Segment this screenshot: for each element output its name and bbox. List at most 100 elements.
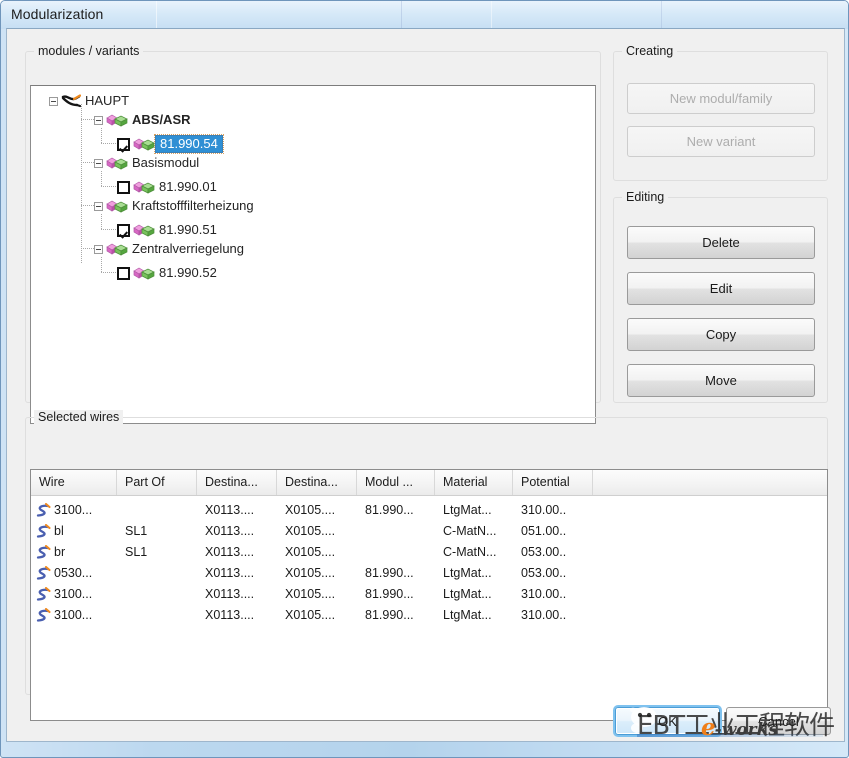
table-row[interactable]: bl SL1 X0113.... X0105.... C-MatN... 051… <box>31 521 827 542</box>
tree-line-h <box>81 119 94 120</box>
selected-wires-table[interactable]: Wire Part Of Destina... Destina... Modul… <box>30 469 828 721</box>
table-row[interactable]: 3100... X0113.... X0105.... 81.990... Lt… <box>31 500 827 521</box>
cell-potential: 053.00.. <box>521 566 567 580</box>
cell-material: C-MatN... <box>443 524 497 538</box>
variant-checkbox[interactable] <box>117 223 130 237</box>
move-button[interactable]: Move <box>627 364 815 397</box>
selected-wires-caption: Selected wires <box>34 410 124 424</box>
tree-line-trunk <box>81 104 82 264</box>
tree-node-label: Basismodul <box>132 155 200 170</box>
tree-node-module-kraftstofffilterheizung[interactable]: Kraftstofffilterheizung <box>94 196 254 216</box>
delete-button[interactable]: Delete <box>627 226 815 259</box>
cell-wire: 3100... <box>54 587 93 601</box>
tree-line-h <box>81 248 94 249</box>
delete-label: Delete <box>702 235 740 250</box>
variant-checkbox[interactable] <box>117 266 130 280</box>
modules-tree[interactable]: HAUPT ABS/ASR 81.990.54 Basismodul 81.99… <box>30 85 596 424</box>
cell-part-of <box>117 500 197 521</box>
cell-potential: 053.00.. <box>521 545 567 559</box>
dialog-client-area: modules / variants HAUPT ABS/ASR 81.990.… <box>6 28 845 742</box>
cell-destination-1: X0113.... <box>205 608 255 622</box>
tree-line-v <box>101 128 102 144</box>
cell-destination-1: X0113.... <box>205 545 255 559</box>
collapse-icon-kraftstofffilterheizung[interactable] <box>94 201 103 211</box>
wire-icon <box>35 502 51 518</box>
variant-checkbox[interactable] <box>117 180 130 194</box>
wire-icon <box>35 586 51 602</box>
tree-node-module-zentralverriegelung[interactable]: Zentralverriegelung <box>94 239 244 259</box>
variant-icon <box>133 179 155 195</box>
tree-node-variant-81-990-01[interactable]: 81.990.01 <box>117 177 217 197</box>
cell-potential: 310.00.. <box>521 608 567 622</box>
table-row[interactable]: 3100... X0113.... X0105.... 81.990... Lt… <box>31 605 827 626</box>
tree-node-module-abs-asr[interactable]: ABS/ASR <box>94 110 191 130</box>
cell-potential: 310.00.. <box>521 587 567 601</box>
cell-destination-2: X0105.... <box>285 545 336 559</box>
tree-line-h <box>81 162 94 163</box>
cell-wire: bl <box>54 524 64 538</box>
tree-node-variant-81-990-54[interactable]: 81.990.54 <box>117 134 224 154</box>
new-variant-label: New variant <box>686 134 756 149</box>
variant-checkbox[interactable] <box>117 137 130 151</box>
edit-button[interactable]: Edit <box>627 272 815 305</box>
tree-line-v <box>101 214 102 230</box>
tree-node-module-basismodul[interactable]: Basismodul <box>94 153 199 173</box>
column-header-blank[interactable] <box>593 470 827 495</box>
column-header-potential[interactable]: Potential <box>513 470 593 495</box>
collapse-icon-zentralverriegelung[interactable] <box>94 244 103 254</box>
tree-node-label: 81.990.51 <box>159 222 217 237</box>
cell-modul: 81.990... <box>365 566 414 580</box>
cell-wire: 3100... <box>54 503 93 517</box>
cell-destination-2: X0105.... <box>285 524 336 538</box>
module-icon <box>106 155 128 171</box>
collapse-icon-haupt[interactable] <box>49 96 58 106</box>
module-icon <box>106 112 128 128</box>
cell-potential: 051.00.. <box>521 524 567 538</box>
cell-material: LtgMat... <box>443 608 492 622</box>
column-header-destination-2[interactable]: Destina... <box>277 470 357 495</box>
column-header-wire[interactable]: Wire <box>31 470 117 495</box>
cell-destination-1: X0113.... <box>205 566 255 580</box>
collapse-icon-basismodul[interactable] <box>94 158 103 168</box>
ok-label: OK <box>658 713 677 729</box>
cell-destination-2: X0105.... <box>285 608 336 622</box>
tree-node-variant-81-990-51[interactable]: 81.990.51 <box>117 220 217 240</box>
cell-potential: 310.00.. <box>521 503 567 517</box>
tree-node-variant-81-990-52[interactable]: 81.990.52 <box>117 263 217 283</box>
tree-node-label: Kraftstofffilterheizung <box>132 198 254 213</box>
cell-modul: 81.990... <box>365 587 414 601</box>
new-modul-family-label: New modul/family <box>669 91 773 106</box>
column-header-destination-1[interactable]: Destina... <box>197 470 277 495</box>
tree-node-label: 81.990.52 <box>159 265 217 280</box>
module-icon <box>106 241 128 257</box>
cell-wire: br <box>54 545 66 559</box>
new-variant-button[interactable]: New variant <box>627 126 815 157</box>
ok-button[interactable]: OK <box>615 707 720 735</box>
cell-destination-2: X0105.... <box>285 587 336 601</box>
wire-icon <box>35 523 51 539</box>
tree-node-label: 81.990.01 <box>159 179 217 194</box>
window-title: Modularization <box>11 6 104 22</box>
collapse-icon-abs-asr[interactable] <box>94 115 103 125</box>
table-row[interactable]: 0530... X0113.... X0105.... 81.990... Lt… <box>31 563 827 584</box>
cell-part-of <box>117 563 197 584</box>
move-label: Move <box>705 373 737 388</box>
title-bar[interactable]: Modularization <box>1 1 848 29</box>
cell-part-of <box>117 605 197 626</box>
creating-caption: Creating <box>622 44 678 58</box>
cell-modul <box>357 542 435 563</box>
cell-part-of: SL1 <box>125 545 148 559</box>
column-header-part-of[interactable]: Part Of <box>117 470 197 495</box>
cell-material: LtgMat... <box>443 503 492 517</box>
table-row[interactable]: 3100... X0113.... X0105.... 81.990... Lt… <box>31 584 827 605</box>
cell-destination-2: X0105.... <box>285 566 336 580</box>
new-modul-family-button[interactable]: New modul/family <box>627 83 815 114</box>
cancel-button[interactable]: Cancel <box>726 707 831 735</box>
copy-button[interactable]: Copy <box>627 318 815 351</box>
column-header-material[interactable]: Material <box>435 470 513 495</box>
table-row[interactable]: br SL1 X0113.... X0105.... C-MatN... 053… <box>31 542 827 563</box>
column-header-modul[interactable]: Modul ... <box>357 470 435 495</box>
tree-node-haupt[interactable]: HAUPT <box>49 91 129 111</box>
tree-node-label: Zentralverriegelung <box>132 241 245 256</box>
wire-icon <box>35 544 51 560</box>
